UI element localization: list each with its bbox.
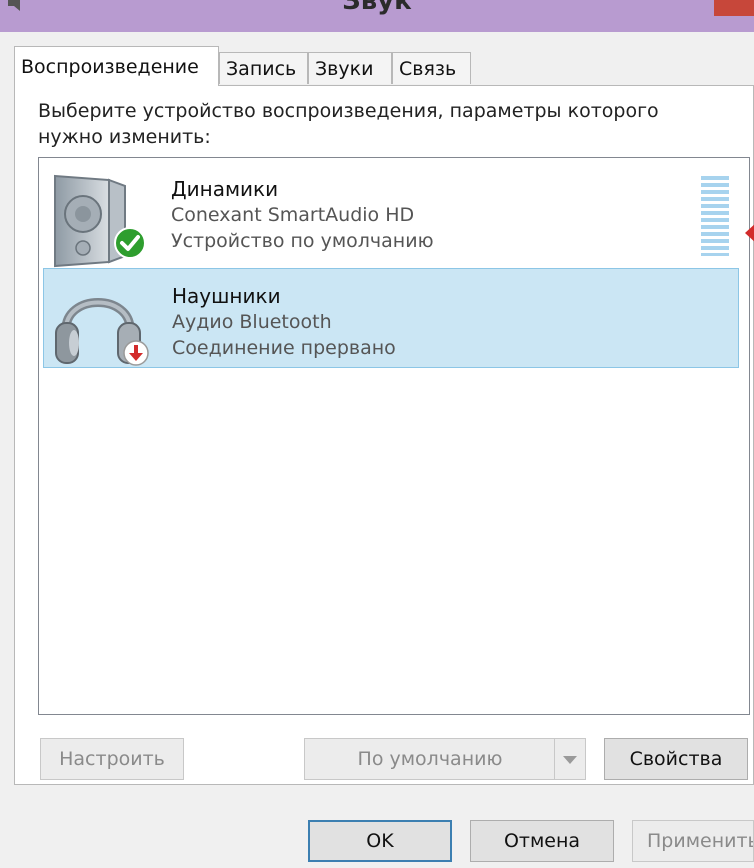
close-button[interactable] (714, 0, 754, 16)
cancel-button[interactable]: Отмена (470, 820, 614, 862)
configure-button[interactable]: Настроить (40, 738, 184, 780)
ok-button[interactable]: OK (308, 820, 452, 862)
device-status: Соединение прервано (172, 337, 396, 359)
set-default-label: По умолчанию (357, 748, 503, 770)
tab-sounds[interactable]: Звуки (308, 52, 392, 84)
disconnected-arrow-icon (123, 340, 149, 366)
device-name: Динамики (171, 177, 279, 201)
window-title: Звук (342, 0, 412, 16)
title-bar: Звук (0, 0, 754, 32)
device-item-speakers[interactable]: Динамики Conexant SmartAudio HD Устройст… (43, 162, 754, 268)
device-status: Устройство по умолчанию (171, 230, 434, 252)
device-text: Наушники Аудио Bluetooth Соединение прер… (172, 283, 396, 361)
instruction-text: Выберите устройство воспроизведения, пар… (38, 100, 659, 148)
chevron-down-icon[interactable] (554, 739, 585, 779)
apply-button[interactable]: Применить (632, 820, 754, 862)
device-text: Динамики Conexant SmartAudio HD Устройст… (171, 176, 434, 254)
set-default-button[interactable]: По умолчанию (304, 738, 586, 780)
device-driver: Аудио Bluetooth (172, 311, 332, 333)
tab-recording[interactable]: Запись (219, 52, 308, 84)
tab-communications[interactable]: Связь (392, 52, 471, 84)
default-check-icon (114, 227, 146, 259)
device-name: Наушники (172, 284, 281, 308)
device-list[interactable]: Динамики Conexant SmartAudio HD Устройст… (38, 157, 754, 715)
device-item-headphones[interactable]: Наушники Аудио Bluetooth Соединение прер… (43, 268, 739, 368)
tab-playback[interactable]: Воспроизведение (14, 46, 219, 86)
properties-button[interactable]: Свойства (604, 738, 748, 780)
red-arrow-icon (745, 224, 754, 242)
sound-dialog: Воспроизведение Запись Звуки Связь Выбер… (0, 32, 754, 868)
device-driver: Conexant SmartAudio HD (171, 204, 415, 226)
level-meter (701, 176, 729, 256)
